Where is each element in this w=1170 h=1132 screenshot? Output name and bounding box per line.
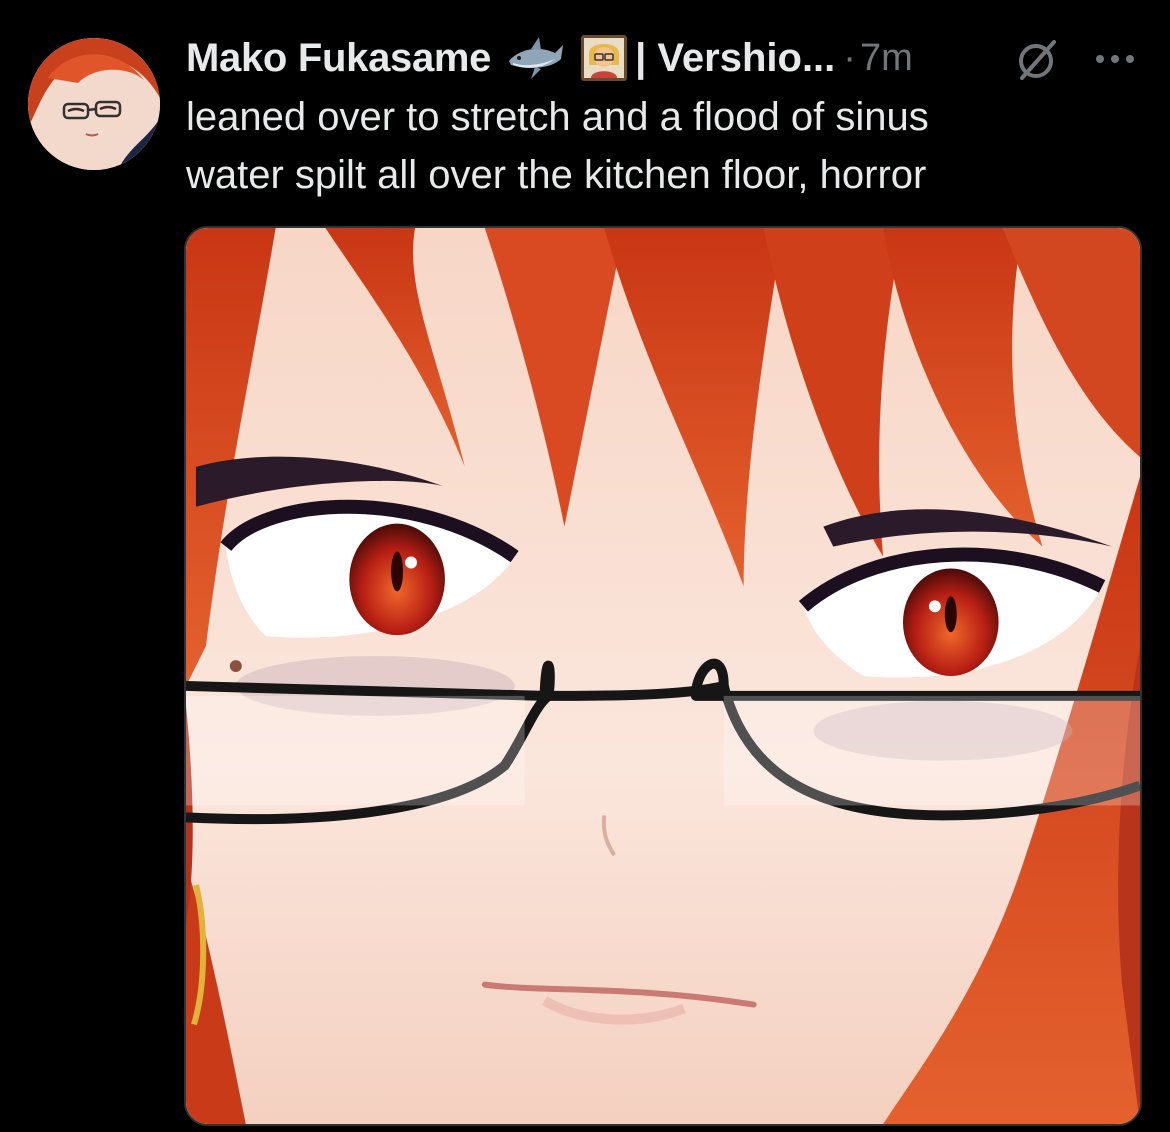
shark-emoji-icon <box>505 33 565 83</box>
post-header: Mako Fukasame | Vershio... · 7m <box>186 30 1146 86</box>
post-text-line: water spilt all over the kitchen floor, … <box>186 153 927 197</box>
post-text-line: leaned over to stretch and a flood of si… <box>186 95 929 139</box>
post-media-image[interactable] <box>184 226 1142 1126</box>
timestamp[interactable]: 7m <box>860 37 913 80</box>
teacher-emoji-icon <box>579 33 629 83</box>
post[interactable]: Mako Fukasame | Vershio... · 7m leaned o… <box>0 0 1170 1132</box>
anime-face-illustration <box>186 228 1140 1124</box>
avatar[interactable] <box>28 38 160 170</box>
author-name[interactable]: Mako Fukasame <box>186 36 491 81</box>
more-options-icon[interactable] <box>1090 34 1140 84</box>
post-text: leaned over to stretch and a flood of si… <box>186 88 1126 204</box>
author-name-suffix[interactable]: | Vershio... <box>635 36 835 81</box>
grok-icon[interactable] <box>1012 34 1062 84</box>
avatar-image <box>28 38 160 170</box>
separator-dot: · <box>843 36 856 79</box>
